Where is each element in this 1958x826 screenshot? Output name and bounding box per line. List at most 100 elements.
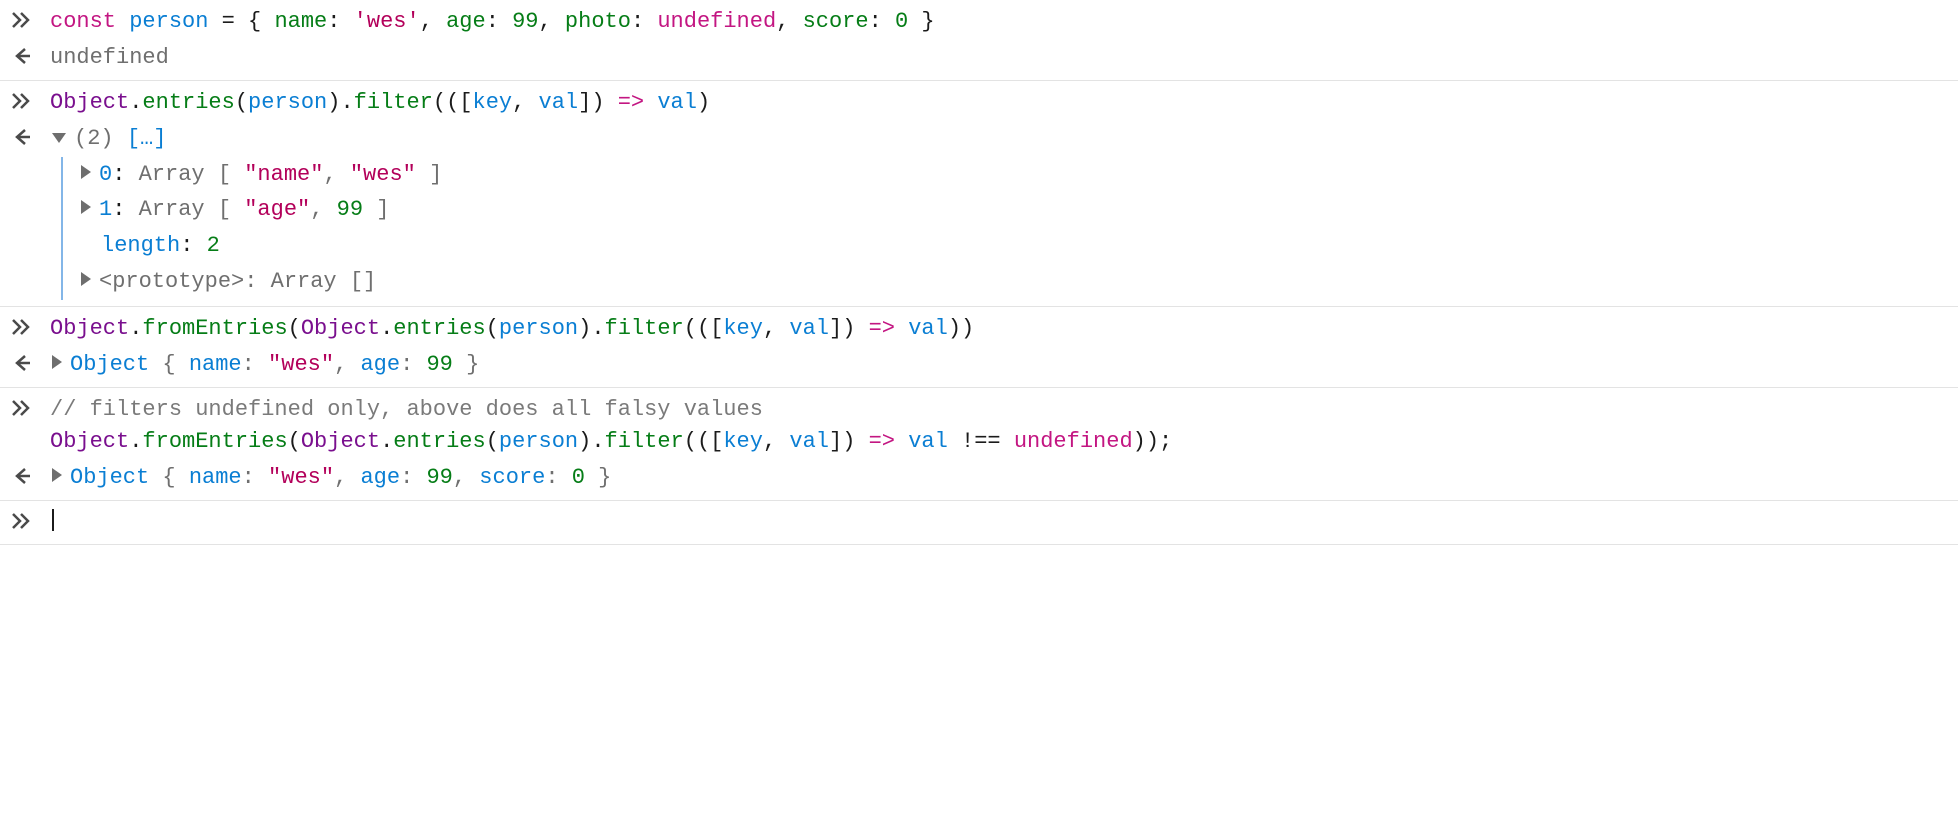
code-token: ] bbox=[578, 90, 591, 115]
code-token: ] bbox=[829, 429, 842, 454]
console-input-code[interactable] bbox=[50, 507, 1948, 539]
code-token: key bbox=[723, 316, 763, 341]
code-token: : bbox=[112, 197, 138, 222]
text-cursor-icon bbox=[52, 509, 54, 531]
code-token: ] bbox=[829, 316, 842, 341]
code-token: name bbox=[274, 9, 327, 34]
code-token: "wes" bbox=[350, 162, 416, 187]
code-token: 2 bbox=[207, 233, 220, 258]
code-token: { bbox=[162, 465, 188, 490]
code-token: )) bbox=[948, 316, 974, 341]
code-token: ( bbox=[235, 90, 248, 115]
code-token: "wes" bbox=[268, 465, 334, 490]
tree-row[interactable]: 1: Array [ "age", 99 ] bbox=[79, 192, 1948, 228]
code-token: 0 bbox=[99, 162, 112, 187]
code-token: ] bbox=[416, 162, 442, 187]
code-token: name bbox=[189, 352, 242, 377]
code-token: filter bbox=[605, 316, 684, 341]
code-token: person bbox=[129, 9, 208, 34]
code-token bbox=[895, 316, 908, 341]
chevron-right-icon[interactable] bbox=[81, 165, 91, 179]
code-token: ) bbox=[591, 90, 617, 115]
code-token: , bbox=[453, 465, 479, 490]
code-token: val bbox=[908, 429, 948, 454]
code-token: } bbox=[585, 465, 611, 490]
code-token: ) bbox=[697, 90, 710, 115]
code-token bbox=[895, 429, 908, 454]
output-arrow-icon bbox=[10, 349, 36, 374]
code-token: Array [ bbox=[139, 197, 245, 222]
code-token: : bbox=[869, 9, 895, 34]
code-token: , bbox=[763, 316, 789, 341]
array-length-label: (2) bbox=[74, 126, 127, 151]
code-token: , bbox=[763, 429, 789, 454]
chevron-right-icon[interactable] bbox=[52, 468, 62, 482]
code-token: { bbox=[162, 352, 188, 377]
code-token: ( bbox=[486, 429, 499, 454]
tree-row: length: 2 bbox=[79, 228, 1948, 264]
code-token: fromEntries bbox=[142, 316, 287, 341]
code-token: ( bbox=[288, 316, 301, 341]
console-block: Object.fromEntries(Object.entries(person… bbox=[0, 307, 1958, 388]
code-token: Object bbox=[50, 429, 129, 454]
code-token: . bbox=[380, 316, 393, 341]
code-token: val bbox=[789, 429, 829, 454]
code-token: (( bbox=[433, 90, 459, 115]
code-token: "wes" bbox=[268, 352, 334, 377]
chevron-down-icon[interactable] bbox=[52, 133, 66, 143]
tree-row[interactable]: 0: Array [ "name", "wes" ] bbox=[79, 157, 1948, 193]
code-token: length bbox=[101, 233, 180, 258]
code-token: photo bbox=[565, 9, 631, 34]
code-token: (( bbox=[684, 429, 710, 454]
input-prompt-icon bbox=[10, 6, 36, 31]
code-token: : bbox=[400, 465, 426, 490]
console-input-row: Object.fromEntries(Object.entries(person… bbox=[10, 311, 1948, 347]
code-token: const bbox=[50, 9, 129, 34]
code-token: => bbox=[618, 90, 644, 115]
code-token: "name" bbox=[244, 162, 323, 187]
console-output-value: Object { name: "wes", age: 99 } bbox=[50, 349, 1948, 381]
console-output-value: undefined bbox=[50, 42, 1948, 74]
code-token: [ bbox=[459, 90, 472, 115]
code-token: key bbox=[723, 429, 763, 454]
console-input-row: Object.entries(person).filter(([key, val… bbox=[10, 85, 1948, 121]
input-prompt-icon bbox=[10, 87, 36, 112]
input-prompt-icon bbox=[10, 394, 36, 419]
code-token: )); bbox=[1133, 429, 1173, 454]
code-token: 99 bbox=[337, 197, 363, 222]
code-token: : bbox=[486, 9, 512, 34]
code-token: filter bbox=[605, 429, 684, 454]
console-input-row: const person = { name: 'wes', age: 99, p… bbox=[10, 4, 1948, 40]
code-token: . bbox=[129, 90, 142, 115]
code-token: !== bbox=[948, 429, 1014, 454]
code-token: , bbox=[323, 162, 349, 187]
console-output: const person = { name: 'wes', age: 99, p… bbox=[0, 0, 1958, 545]
code-token: : bbox=[242, 352, 268, 377]
console-output-row: undefined bbox=[10, 40, 1948, 76]
array-preview-link[interactable]: […] bbox=[127, 126, 167, 151]
code-token: 'wes' bbox=[354, 9, 420, 34]
code-token: key bbox=[473, 90, 513, 115]
chevron-right-icon[interactable] bbox=[81, 272, 91, 286]
code-token: fromEntries bbox=[142, 429, 287, 454]
code-token: 1 bbox=[99, 197, 112, 222]
code-token: => bbox=[869, 316, 895, 341]
chevron-right-icon[interactable] bbox=[52, 355, 62, 369]
code-token: ). bbox=[327, 90, 353, 115]
code-token: age bbox=[360, 465, 400, 490]
code-token: ( bbox=[486, 316, 499, 341]
tree-row[interactable]: <prototype>: Array [] bbox=[79, 264, 1948, 300]
code-token: , bbox=[420, 9, 446, 34]
code-token: <prototype>: Array [] bbox=[99, 269, 376, 294]
code-token: person bbox=[248, 90, 327, 115]
output-arrow-icon bbox=[10, 42, 36, 67]
array-summary[interactable]: (2) […] bbox=[50, 123, 1948, 155]
console-input-code: const person = { name: 'wes', age: 99, p… bbox=[50, 6, 1948, 38]
code-token: 99 bbox=[426, 465, 452, 490]
code-token bbox=[644, 90, 657, 115]
code-token: : bbox=[180, 233, 206, 258]
chevron-right-icon[interactable] bbox=[81, 200, 91, 214]
code-token: , bbox=[539, 9, 565, 34]
code-token: : bbox=[327, 9, 353, 34]
code-token: : bbox=[631, 9, 657, 34]
